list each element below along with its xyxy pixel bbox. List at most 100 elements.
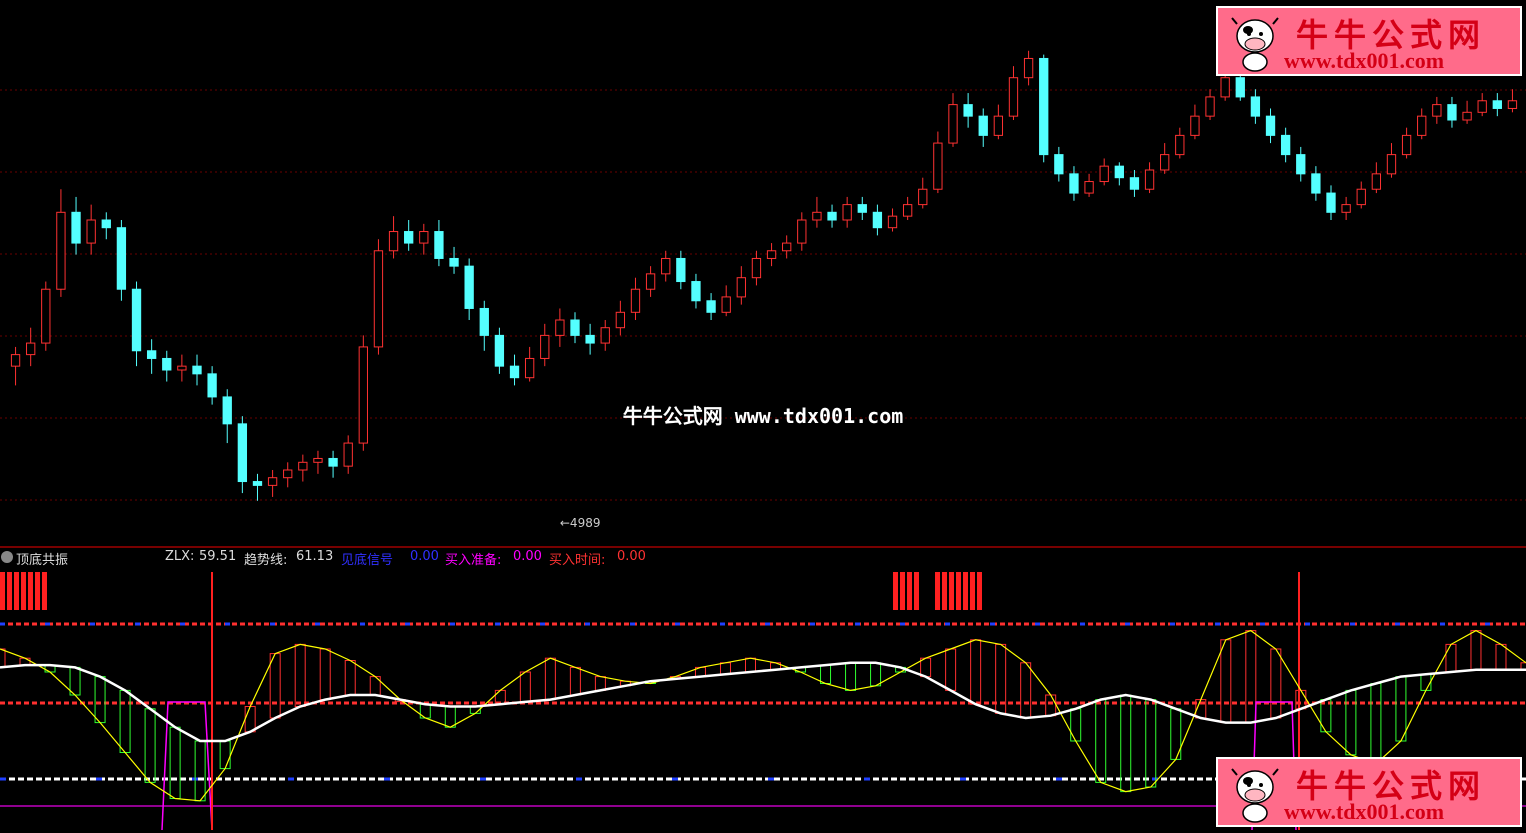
candle-body bbox=[1023, 57, 1034, 79]
candle-body bbox=[706, 300, 716, 313]
candle-body bbox=[1401, 134, 1412, 156]
indicator-bar bbox=[1395, 676, 1407, 742]
trend-value: 61.13 bbox=[296, 549, 334, 564]
watermark-url: www.tdx001.com bbox=[734, 404, 904, 428]
indicator-bar bbox=[219, 740, 231, 770]
top-signal-bar bbox=[7, 572, 12, 610]
indicator-bar bbox=[344, 660, 356, 696]
candle-body bbox=[1447, 104, 1457, 121]
candle-body bbox=[676, 257, 686, 283]
candle-body bbox=[630, 288, 641, 313]
low-price-annotation: ←4989 bbox=[560, 516, 601, 530]
candle-body bbox=[116, 227, 127, 290]
indicator-bar bbox=[269, 653, 281, 719]
candle-body bbox=[902, 204, 913, 217]
candle-body bbox=[283, 469, 293, 479]
indicator-bar bbox=[1045, 694, 1057, 717]
candle-body bbox=[1054, 154, 1064, 175]
indicator-bar bbox=[0, 648, 6, 668]
indicator-bar bbox=[845, 662, 857, 691]
candle-body bbox=[993, 115, 1004, 136]
watermark-site-name: 牛牛公式网 bbox=[622, 404, 723, 428]
candle-body bbox=[10, 354, 21, 367]
candle-body bbox=[207, 373, 217, 398]
candle-body bbox=[1432, 104, 1442, 117]
cow-mascot-icon bbox=[1231, 768, 1279, 823]
indicator-name: 顶底共振 bbox=[16, 553, 69, 568]
candle-body bbox=[267, 477, 278, 486]
logo-url: www.tdx001.com bbox=[1284, 48, 1445, 73]
top-signal-bar bbox=[893, 572, 898, 610]
candle-body bbox=[948, 104, 958, 144]
candle-body bbox=[1280, 134, 1291, 156]
candle-body bbox=[131, 288, 142, 352]
candle-body bbox=[766, 250, 777, 259]
candle-body bbox=[1326, 192, 1336, 213]
candle-body bbox=[449, 257, 459, 267]
candle-body bbox=[509, 365, 520, 379]
candle-body bbox=[343, 442, 353, 467]
zlx-label: ZLX: bbox=[165, 549, 195, 564]
candle-body bbox=[434, 231, 444, 259]
top-signal-bar bbox=[900, 572, 905, 610]
indicator-bar bbox=[594, 676, 606, 691]
candle-body bbox=[524, 357, 535, 379]
candle-body bbox=[1190, 115, 1200, 136]
indicator-bar bbox=[719, 662, 731, 675]
candle-body bbox=[570, 319, 580, 336]
indicator-bar bbox=[1245, 630, 1257, 724]
indicator-bar bbox=[544, 657, 556, 701]
candle-body bbox=[857, 204, 867, 213]
top-signal-bar bbox=[14, 572, 19, 610]
candle-body bbox=[1114, 165, 1124, 179]
candle-body bbox=[1039, 57, 1049, 156]
candle-body bbox=[177, 365, 187, 371]
candle-body bbox=[600, 327, 610, 344]
top-signal-bar bbox=[35, 572, 40, 610]
candle-body bbox=[26, 342, 36, 356]
candle-body bbox=[1160, 154, 1170, 171]
indicator-bar bbox=[1345, 689, 1357, 756]
indicator-bar bbox=[119, 689, 131, 754]
bottom-signal-label: 见底信号 bbox=[341, 553, 394, 568]
candle-body bbox=[812, 211, 822, 221]
candle-body bbox=[887, 215, 898, 229]
candle-body bbox=[1356, 188, 1366, 206]
candle-body bbox=[1265, 115, 1276, 136]
indicator-bar bbox=[1220, 639, 1232, 724]
indicator-bar bbox=[744, 657, 756, 673]
candle-body bbox=[1477, 100, 1487, 113]
indicator-bar bbox=[1095, 699, 1107, 783]
buy-time-value: 0.00 bbox=[617, 549, 646, 564]
candle-body bbox=[736, 277, 746, 298]
indicator-bar bbox=[1295, 689, 1307, 710]
top-signal-bar bbox=[935, 572, 940, 610]
collapse-icon[interactable] bbox=[1, 551, 13, 563]
top-signal-bar bbox=[949, 572, 954, 610]
candle-body bbox=[1084, 181, 1094, 194]
candle-body bbox=[41, 288, 51, 344]
cow-mascot-icon bbox=[1231, 17, 1279, 72]
candle-body bbox=[71, 211, 81, 244]
indicator-bar bbox=[94, 676, 106, 724]
candle-body bbox=[1386, 154, 1397, 175]
candle-body bbox=[252, 481, 263, 486]
indicator-bar bbox=[1470, 630, 1482, 671]
candle-body bbox=[1175, 134, 1185, 156]
indicator-bar bbox=[1495, 643, 1507, 671]
indicator-bar bbox=[294, 643, 306, 708]
bottom-signal-value: 0.00 bbox=[410, 549, 439, 564]
top-signal-bar bbox=[21, 572, 26, 610]
indicator-bar bbox=[1270, 648, 1282, 719]
candle-body bbox=[1069, 173, 1079, 194]
indicator-bar bbox=[194, 740, 206, 802]
top-signal-bar bbox=[956, 572, 961, 610]
candle-body bbox=[1296, 154, 1306, 175]
candle-body bbox=[404, 231, 414, 244]
logo-top: 牛牛公式网 www.tdx001.com bbox=[1216, 6, 1522, 76]
candle-body bbox=[797, 219, 807, 244]
candle-body bbox=[1492, 100, 1502, 109]
candle-body bbox=[237, 423, 248, 483]
candle-body bbox=[464, 265, 474, 309]
candle-body bbox=[1129, 177, 1140, 190]
